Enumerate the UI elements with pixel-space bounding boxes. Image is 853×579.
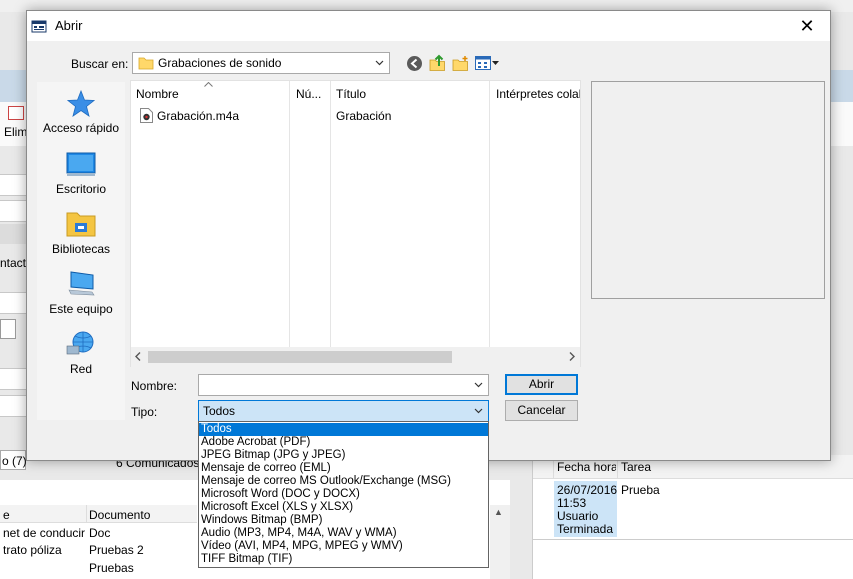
bg-grid-col-header[interactable]: Tarea (618, 460, 698, 474)
file-list[interactable]: Nombre Nú... Título Intérpretes colab Gr… (130, 80, 581, 367)
preview-pane (591, 81, 825, 299)
dialog-title: Abrir (55, 18, 83, 33)
type-option-selected[interactable]: Todos (199, 423, 488, 436)
desktop-icon (66, 152, 96, 176)
bg-field[interactable] (0, 319, 16, 339)
libraries-icon (66, 212, 96, 237)
open-file-dialog: Abrir ✕ Buscar en: Grabaciones de sonido (26, 10, 831, 461)
file-type-dropdown[interactable]: Todos (198, 400, 489, 422)
cancel-button[interactable]: Cancelar (505, 400, 578, 421)
file-name-label: Nombre: (131, 379, 178, 393)
delete-icon (8, 106, 24, 120)
type-option[interactable]: Windows Bitmap (BMP) (199, 514, 488, 527)
chevron-down-icon[interactable] (474, 380, 483, 389)
bg-field[interactable] (0, 174, 28, 196)
type-option[interactable]: Adobe Acrobat (PDF) (199, 436, 488, 449)
close-button[interactable]: ✕ (784, 11, 830, 41)
column-header-name[interactable]: Nombre (136, 87, 286, 101)
file-name-input[interactable] (198, 374, 489, 396)
type-option[interactable]: JPEG Bitmap (JPG y JPEG) (199, 449, 488, 462)
file-title: Grabación (336, 109, 392, 123)
list-item[interactable]: Grabación.m4a Grabación (133, 107, 578, 125)
bg-grid-col-header[interactable]: e (0, 508, 86, 522)
places-bar: Acceso rápido Escritorio Bibliotecas Est… (37, 82, 125, 420)
file-type-label: Tipo: (131, 405, 158, 419)
scroll-left-icon[interactable] (135, 352, 141, 361)
table-row[interactable]: trato póliza (0, 543, 86, 557)
new-folder-icon[interactable] (452, 55, 470, 72)
table-row[interactable]: Prueba (618, 483, 660, 497)
view-grid-icon (475, 56, 491, 70)
scroll-right-icon[interactable] (569, 352, 575, 361)
look-in-label: Buscar en: (71, 57, 129, 71)
bg-tasks-grid: Fecha hora Tarea 26/07/2016 11:53 Usuari… (532, 455, 853, 579)
type-option[interactable]: Mensaje de correo MS Outlook/Exchange (M… (199, 475, 488, 488)
back-icon[interactable] (406, 55, 423, 72)
bg-grid-col-header[interactable]: Fecha hora (554, 460, 616, 474)
type-option[interactable]: Microsoft Excel (XLS y XLSX) (199, 501, 488, 514)
bg-field[interactable] (0, 292, 28, 314)
column-header-artists[interactable]: Intérpretes colab (496, 87, 580, 101)
app-icon (31, 20, 47, 33)
place-libraries[interactable]: Bibliotecas (37, 210, 125, 262)
table-row[interactable]: Doc (86, 526, 196, 540)
place-desktop[interactable]: Escritorio (37, 152, 125, 202)
scrollbar-thumb[interactable] (148, 351, 452, 363)
bg-field[interactable] (0, 200, 28, 222)
table-row-selected[interactable]: 26/07/2016 11:53 Usuario Terminada (554, 481, 617, 537)
place-this-pc[interactable]: Este equipo (37, 270, 125, 322)
computer-icon (68, 271, 95, 296)
column-header-number[interactable]: Nú... (296, 87, 330, 101)
bg-section-header (0, 224, 28, 244)
dialog-titlebar[interactable]: Abrir ✕ (27, 11, 830, 41)
place-network[interactable]: Red (37, 330, 125, 382)
bg-scroll-up-icon[interactable]: ▲ (494, 507, 505, 519)
place-quick-access[interactable]: Acceso rápido (37, 90, 125, 140)
type-option[interactable]: Mensaje de correo (EML) (199, 462, 488, 475)
star-icon (67, 90, 95, 117)
horizontal-scrollbar[interactable] (131, 347, 580, 367)
caret-down-icon (492, 61, 499, 65)
up-folder-icon[interactable] (429, 54, 446, 72)
audio-file-icon (140, 108, 153, 123)
file-name: Grabación.m4a (157, 109, 240, 123)
type-option[interactable]: TIFF Bitmap (TIF) (199, 553, 488, 566)
close-icon: ✕ (799, 16, 815, 36)
chevron-down-icon (474, 408, 483, 414)
chevron-down-icon (375, 60, 384, 66)
type-option[interactable]: Microsoft Word (DOC y DOCX) (199, 488, 488, 501)
bg-field[interactable] (0, 368, 28, 390)
type-option[interactable]: Vídeo (AVI, MP4, MPG, MPEG y WMV) (199, 540, 488, 553)
bg-tab[interactable]: o (7) (0, 450, 27, 470)
table-row[interactable]: Pruebas 2 (86, 543, 196, 557)
open-button[interactable]: Abrir (505, 374, 578, 395)
network-icon (66, 331, 94, 355)
bg-grid-col-header[interactable]: Documento (86, 508, 196, 522)
column-header-title[interactable]: Título (336, 87, 486, 101)
folder-icon (138, 57, 154, 70)
bg-field[interactable] (0, 395, 28, 417)
file-type-options-list[interactable]: Todos Adobe Acrobat (PDF) JPEG Bitmap (J… (198, 421, 489, 568)
look-in-dropdown[interactable]: Grabaciones de sonido (132, 52, 390, 74)
view-menu-button[interactable] (475, 55, 501, 72)
table-row[interactable]: Pruebas (86, 561, 196, 575)
table-row[interactable]: net de conducir (0, 526, 86, 540)
type-option[interactable]: Audio (MP3, MP4, M4A, WAV y WMA) (199, 527, 488, 540)
